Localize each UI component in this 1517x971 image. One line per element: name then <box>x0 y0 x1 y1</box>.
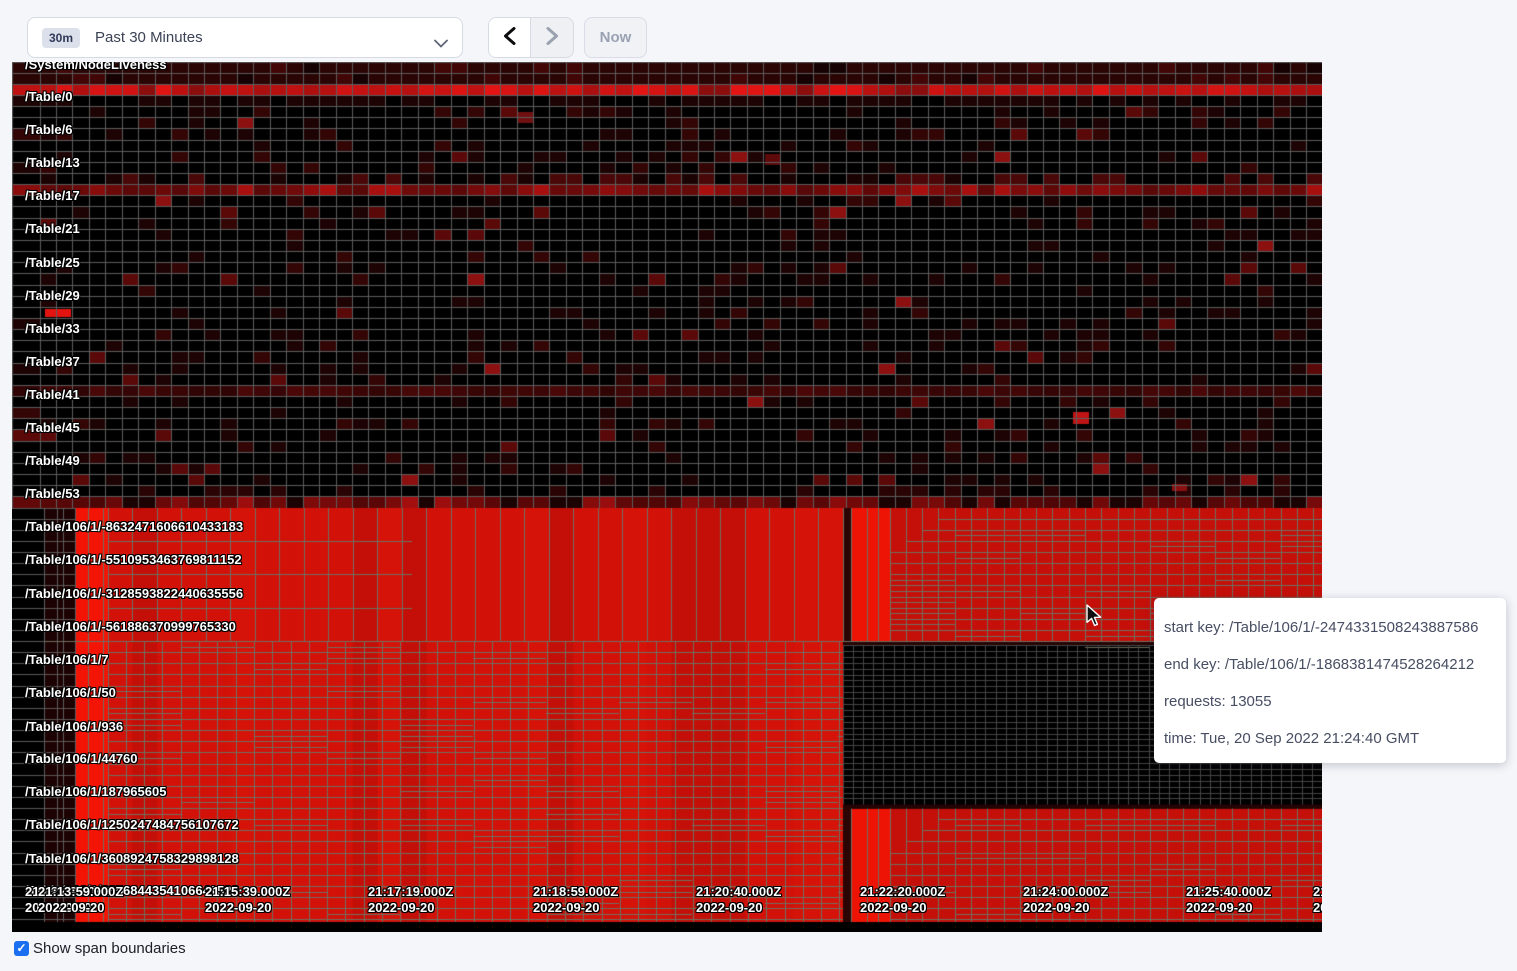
tooltip-requests: requests: 13055 <box>1164 683 1496 720</box>
row-label: /Table/6 <box>25 122 72 138</box>
row-label: /Table/29 <box>25 288 80 304</box>
row-label: /Table/106/1/7 <box>25 652 109 668</box>
row-label: /Table/21 <box>25 221 80 237</box>
row-label: /Table/41 <box>25 387 80 403</box>
row-label: /Table/53 <box>25 486 80 502</box>
row-label: /Table/106/1/3608924758329898128 <box>25 851 239 867</box>
row-label: /Table/106/1/-5510953463769811152 <box>25 552 242 568</box>
time-window-badge: 30m <box>42 28 80 48</box>
time-tick-label: 21:25:40.000Z2022-09-20 <box>1186 884 1271 916</box>
row-label: /Table/106/1/1250247484756107672 <box>25 817 239 833</box>
row-label: /Table/106/1/50 <box>25 685 116 701</box>
row-label: /Table/49 <box>25 453 80 469</box>
time-tick-label: 21:13:59.000Z2022-09-20 <box>38 884 123 916</box>
chevron-down-icon <box>434 35 448 53</box>
row-label: /Table/17 <box>25 188 80 204</box>
show-span-boundaries-row: ✓ Show span boundaries <box>14 940 186 957</box>
time-tick-label: 21:17:19.000Z2022-09-20 <box>368 884 453 916</box>
key-visualizer-heatmap[interactable]: /System/NodeLiveness/Table/0/Table/6/Tab… <box>12 62 1322 932</box>
next-time-button[interactable] <box>531 18 573 57</box>
row-label: /Table/25 <box>25 255 80 271</box>
time-nav-group <box>488 17 574 58</box>
time-tick-label: 21:22:20.000Z2022-09-20 <box>860 884 945 916</box>
show-span-boundaries-label: Show span boundaries <box>33 940 186 957</box>
row-label: /Table/106/1/187965605 <box>25 784 166 800</box>
tooltip-time: time: Tue, 20 Sep 2022 21:24:40 GMT <box>1164 720 1496 757</box>
time-tick-label: 21:15:39.000Z2022-09-20 <box>205 884 290 916</box>
show-span-boundaries-checkbox[interactable]: ✓ <box>14 941 29 956</box>
tooltip-start-key: start key: /Table/106/1/-247433150824388… <box>1164 609 1496 646</box>
heatmap-canvas[interactable] <box>12 62 1322 932</box>
row-label: /Table/13 <box>25 155 80 171</box>
time-range-select[interactable]: 30m Past 30 Minutes <box>27 17 463 58</box>
time-tick-label: 21:27:20.000Z2022-09-20 <box>1313 884 1322 916</box>
row-label: /Table/106/1/44760 <box>25 751 138 767</box>
row-label: /Table/37 <box>25 354 80 370</box>
time-tick-label: 21:18:59.000Z2022-09-20 <box>533 884 618 916</box>
time-range-label: Past 30 Minutes <box>95 29 203 46</box>
time-tick-label: 21:24:00.000Z2022-09-20 <box>1023 884 1108 916</box>
row-label: /Table/0 <box>25 89 72 105</box>
now-button[interactable]: Now <box>584 17 647 58</box>
time-tick-label: 21:20:40.000Z2022-09-20 <box>696 884 781 916</box>
row-label: /System/NodeLiveness <box>25 62 167 73</box>
chevron-right-icon <box>546 27 559 48</box>
mouse-cursor <box>1082 604 1104 633</box>
row-label: /Table/33 <box>25 321 80 337</box>
hover-tooltip: start key: /Table/106/1/-247433150824388… <box>1154 598 1506 763</box>
row-label: /Table/106/1/936 <box>25 719 123 735</box>
tooltip-end-key: end key: /Table/106/1/-18683814745282642… <box>1164 646 1496 683</box>
row-label: /Table/106/1/-561886370999765330 <box>25 619 236 635</box>
chevron-left-icon <box>503 27 516 48</box>
row-label: /Table/106/1/-8632471606610433183 <box>25 519 243 535</box>
prev-time-button[interactable] <box>489 18 531 57</box>
row-label: /Table/106/1/-3128593822440635556 <box>25 586 243 602</box>
row-label: /Table/45 <box>25 420 80 436</box>
